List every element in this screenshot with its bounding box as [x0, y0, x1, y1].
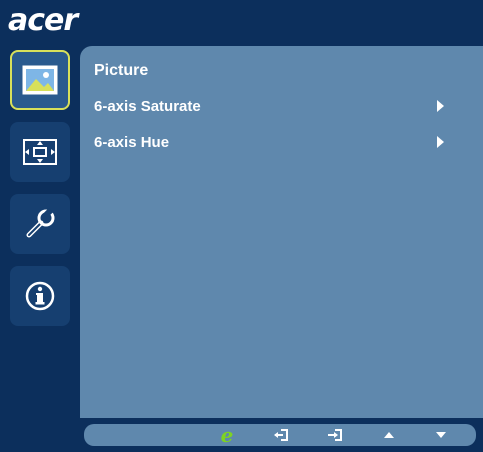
- bottom-control-bar: e: [84, 424, 476, 446]
- exit-key[interactable]: [270, 426, 292, 444]
- up-icon: [384, 432, 394, 438]
- menu-item-6-axis-saturate[interactable]: 6-axis Saturate: [94, 94, 444, 118]
- picture-icon: [22, 65, 58, 95]
- wrench-icon: [26, 208, 55, 238]
- up-key[interactable]: [378, 426, 400, 444]
- position-icon: [23, 139, 57, 165]
- enter-key[interactable]: [324, 426, 346, 444]
- down-key[interactable]: [430, 426, 452, 444]
- tab-information[interactable]: [10, 266, 70, 326]
- empowering-icon: e: [220, 423, 234, 447]
- menu-item-label: 6-axis Saturate: [94, 97, 201, 115]
- empowering-key[interactable]: e: [216, 423, 238, 447]
- tab-position[interactable]: [10, 122, 70, 182]
- menu-item-6-axis-hue[interactable]: 6-axis Hue: [94, 130, 444, 154]
- tab-settings[interactable]: [10, 194, 70, 254]
- exit-icon: [274, 429, 288, 441]
- down-icon: [436, 432, 446, 438]
- chevron-right-icon: [437, 136, 444, 148]
- chevron-right-icon: [437, 100, 444, 112]
- info-icon: [25, 281, 55, 311]
- panel-title: Picture: [94, 62, 149, 79]
- enter-icon: [328, 429, 342, 441]
- menu-panel: Picture 6-axis Saturate 6-axis Hue: [80, 46, 483, 418]
- acer-logo: acer: [8, 3, 78, 38]
- osd-window: acer Picture 6-axis Saturate 6-axis Hue …: [0, 0, 483, 452]
- menu-item-label: 6-axis Hue: [94, 133, 170, 151]
- tab-picture[interactable]: [10, 50, 70, 110]
